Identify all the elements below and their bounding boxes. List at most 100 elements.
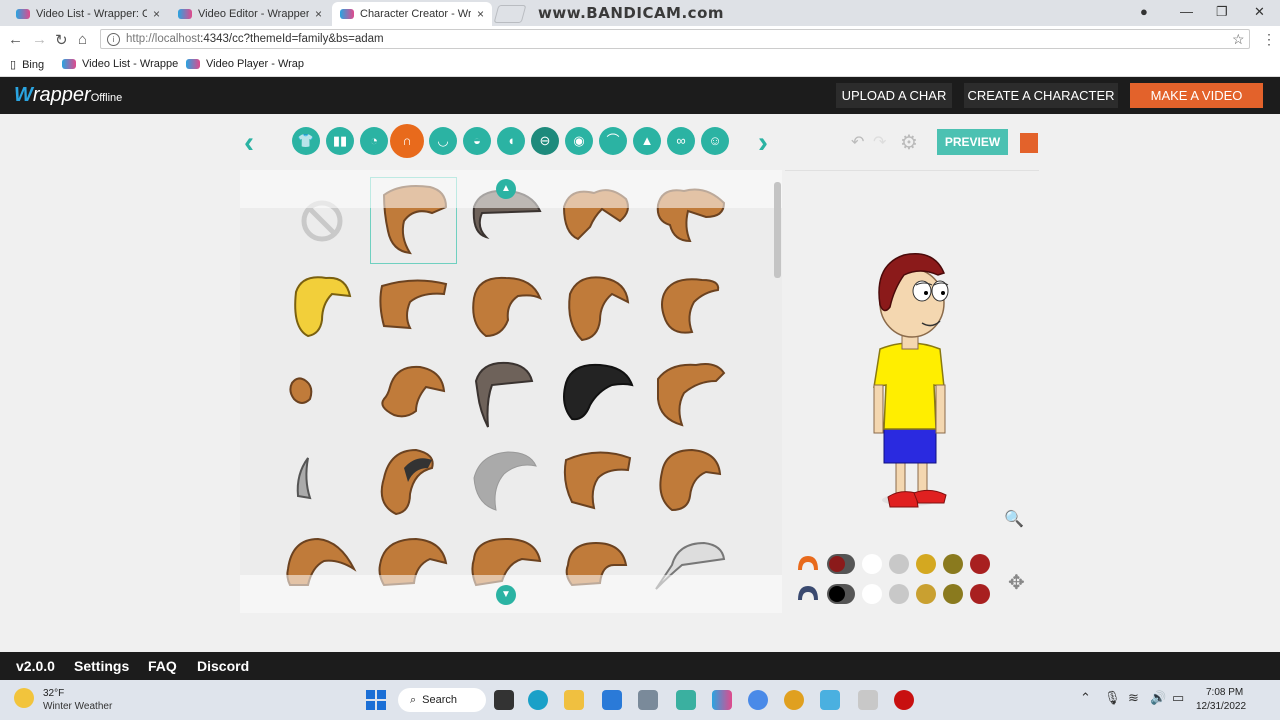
microphone-icon[interactable]: 🎙	[1104, 690, 1121, 706]
upload-char-button[interactable]: UPLOAD A CHAR	[836, 83, 952, 108]
next-category-arrow-icon[interactable]: ›	[758, 126, 768, 160]
tab-character-creator[interactable]: Character Creator - Wrap ×	[332, 2, 492, 26]
hair-option[interactable]	[370, 264, 458, 352]
tab-video-list[interactable]: Video List - Wrapper: Off ×	[8, 2, 168, 26]
mustache-icon[interactable]: ☺	[701, 127, 729, 155]
prev-category-arrow-icon[interactable]: ‹	[244, 126, 254, 160]
color-swatch[interactable]	[862, 584, 882, 604]
tab-video-editor[interactable]: Video Editor - Wrapper: O ×	[170, 2, 330, 26]
color-swatch[interactable]	[970, 554, 990, 574]
chevron-up-icon[interactable]: ⌃	[1080, 690, 1091, 706]
close-icon[interactable]: ×	[477, 7, 484, 21]
url-input[interactable]: i http://localhost:4343/cc?themeId=famil…	[100, 29, 1250, 49]
grid-scrollbar[interactable]	[774, 182, 781, 278]
app-icon[interactable]	[858, 690, 878, 710]
zoom-icon[interactable]: 🔍	[1004, 509, 1024, 529]
hair-option[interactable]	[554, 264, 642, 352]
hair-option[interactable]	[462, 264, 550, 352]
gear-icon[interactable]: ⚙	[900, 130, 918, 155]
chrome-icon[interactable]	[784, 690, 804, 710]
create-character-button[interactable]: CREATE A CHARACTER	[964, 83, 1118, 108]
battery-icon[interactable]: ▭	[1172, 690, 1184, 706]
notepad-icon[interactable]	[820, 690, 840, 710]
color-swatch[interactable]	[916, 584, 936, 604]
color-swatch[interactable]	[889, 554, 909, 574]
bookmark-bing[interactable]: ▯ Bing	[10, 58, 44, 72]
bookmark-star-icon[interactable]: ☆	[1232, 31, 1245, 48]
color-swatch[interactable]	[889, 584, 909, 604]
eyebrow-icon[interactable]: ⌒	[599, 127, 627, 155]
app-icon[interactable]	[676, 690, 696, 710]
camera-icon[interactable]	[638, 690, 658, 710]
shirt-icon[interactable]: 👕	[292, 127, 320, 155]
edge-icon[interactable]	[528, 690, 548, 710]
bookmark-video-player[interactable]: Video Player - Wrap	[186, 58, 304, 70]
hair-icon[interactable]: ∩	[390, 124, 424, 158]
close-icon[interactable]: ×	[153, 7, 160, 21]
face-icon[interactable]: ◔	[360, 127, 388, 155]
save-icon[interactable]	[1020, 133, 1038, 153]
selected-color-swatch[interactable]	[827, 554, 855, 574]
head-icon[interactable]: ◡	[429, 127, 457, 155]
hair-option[interactable]	[278, 351, 366, 439]
chrome-active-icon[interactable]	[748, 690, 768, 710]
close-icon[interactable]: ×	[315, 7, 322, 21]
store-icon[interactable]	[602, 690, 622, 710]
glasses-icon[interactable]: ∞	[667, 127, 695, 155]
clock-date[interactable]: 12/31/2022	[1196, 701, 1246, 712]
preview-button[interactable]: PREVIEW	[937, 129, 1008, 155]
maximize-icon[interactable]: ❐	[1216, 4, 1228, 20]
site-info-icon[interactable]: i	[107, 32, 120, 46]
color-swatch[interactable]	[943, 584, 963, 604]
glasses-frame-icon[interactable]: ⊖	[531, 127, 559, 155]
file-explorer-icon[interactable]	[564, 690, 584, 710]
make-video-button[interactable]: MAKE A VIDEO	[1130, 83, 1263, 108]
redo-icon[interactable]: ↷	[873, 132, 886, 152]
pants-icon[interactable]: ▮▮	[326, 127, 354, 155]
weather-temp[interactable]: 32°F	[43, 688, 64, 699]
faq-link[interactable]: FAQ	[148, 658, 177, 674]
minimize-icon[interactable]: —	[1180, 4, 1193, 19]
windows-start-icon[interactable]	[366, 690, 386, 710]
hair-option[interactable]	[370, 351, 458, 439]
volume-icon[interactable]: 🔊	[1150, 690, 1166, 706]
hair-option[interactable]	[646, 264, 734, 352]
wrapper-app-icon[interactable]	[712, 690, 732, 710]
undo-icon[interactable]: ↶	[851, 132, 864, 152]
hair-option[interactable]	[646, 351, 734, 439]
scroll-down-icon[interactable]: ▼	[496, 585, 516, 605]
wifi-icon[interactable]: ≋	[1128, 690, 1139, 706]
back-icon[interactable]: ←	[8, 31, 23, 48]
color-swatch[interactable]	[862, 554, 882, 574]
hair-option[interactable]	[370, 438, 458, 526]
hair-option[interactable]	[554, 438, 642, 526]
hair-option[interactable]	[278, 438, 366, 526]
ear-icon[interactable]: ◖	[497, 127, 525, 155]
eye-icon[interactable]: ◉	[565, 127, 593, 155]
forward-icon[interactable]: →	[32, 31, 47, 48]
discord-link[interactable]: Discord	[197, 658, 249, 674]
menu-icon[interactable]: ⋮	[1262, 31, 1276, 48]
mouth-icon[interactable]: ◒	[463, 127, 491, 155]
close-window-icon[interactable]: ✕	[1254, 4, 1265, 20]
home-icon[interactable]: ⌂	[78, 31, 87, 48]
taskbar-search[interactable]: ⌕ Search	[398, 688, 486, 712]
color-swatch[interactable]	[916, 554, 936, 574]
scroll-up-icon[interactable]: ▲	[496, 179, 516, 199]
nose-icon[interactable]: ▲	[633, 127, 661, 155]
hair-option[interactable]	[462, 438, 550, 526]
profile-icon[interactable]: ●	[1140, 4, 1148, 19]
settings-link[interactable]: Settings	[74, 658, 129, 674]
weather-warning-icon[interactable]	[14, 688, 34, 708]
selected-color-swatch[interactable]	[827, 584, 855, 604]
new-tab-button[interactable]	[493, 5, 527, 23]
hair-option[interactable]	[278, 264, 366, 352]
hair-option[interactable]	[462, 351, 550, 439]
bookmark-video-list[interactable]: Video List - Wrappe	[62, 58, 178, 70]
task-view-icon[interactable]	[494, 690, 514, 710]
weather-description[interactable]: Winter Weather	[43, 701, 112, 712]
reload-icon[interactable]: ↻	[55, 31, 68, 49]
color-swatch[interactable]	[943, 554, 963, 574]
color-swatch[interactable]	[970, 584, 990, 604]
hair-option[interactable]	[554, 351, 642, 439]
